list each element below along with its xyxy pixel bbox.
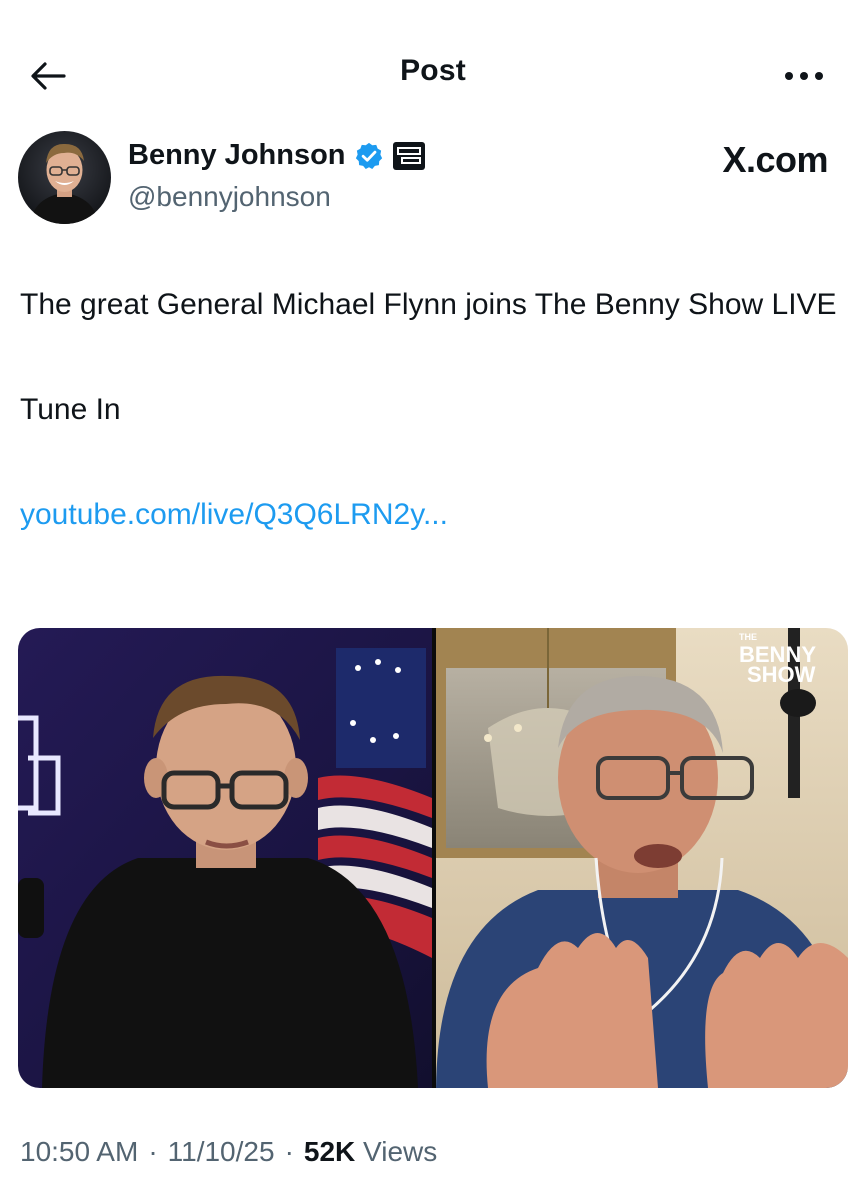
post-link[interactable]: youtube.com/live/Q3Q6LRN2y... — [20, 498, 448, 531]
affiliate-badge-icon[interactable] — [392, 141, 426, 171]
avatar[interactable] — [18, 131, 111, 224]
post-date[interactable]: 11/10/25 — [168, 1136, 275, 1168]
verified-badge-icon[interactable] — [354, 141, 384, 171]
page-title: Post — [400, 54, 466, 87]
display-name[interactable]: Benny Johnson — [128, 139, 346, 172]
top-bar: Post — [0, 0, 866, 150]
post-media-video[interactable]: THE BENNY SHOW — [18, 628, 848, 1088]
meta-separator: · — [148, 1136, 158, 1167]
views-label: Views — [363, 1136, 438, 1167]
views-count[interactable]: 52K — [304, 1136, 355, 1167]
more-horizontal-icon — [785, 72, 823, 80]
author-header: Benny Johnson @bennyjohnson X.com — [18, 131, 848, 227]
post-text-line-2: Tune In — [20, 393, 121, 426]
avatar-image — [18, 131, 111, 224]
post-meta: 10:50 AM · 11/10/25 · 52K Views — [20, 1136, 437, 1168]
more-options-button[interactable] — [776, 56, 832, 96]
video-thumbnail: THE BENNY SHOW — [18, 628, 848, 1088]
post-time[interactable]: 10:50 AM — [20, 1136, 138, 1168]
video-logo-text-2: SHOW — [747, 662, 816, 687]
video-logo-small: THE — [739, 632, 757, 642]
name-row: Benny Johnson — [128, 139, 426, 172]
post-text: The great General Michael Flynn joins Th… — [20, 278, 840, 541]
post-text-line-1: The great General Michael Flynn joins Th… — [20, 288, 837, 321]
meta-separator: · — [284, 1136, 294, 1167]
user-handle[interactable]: @bennyjohnson — [128, 181, 331, 213]
site-watermark: X.com — [722, 139, 828, 180]
